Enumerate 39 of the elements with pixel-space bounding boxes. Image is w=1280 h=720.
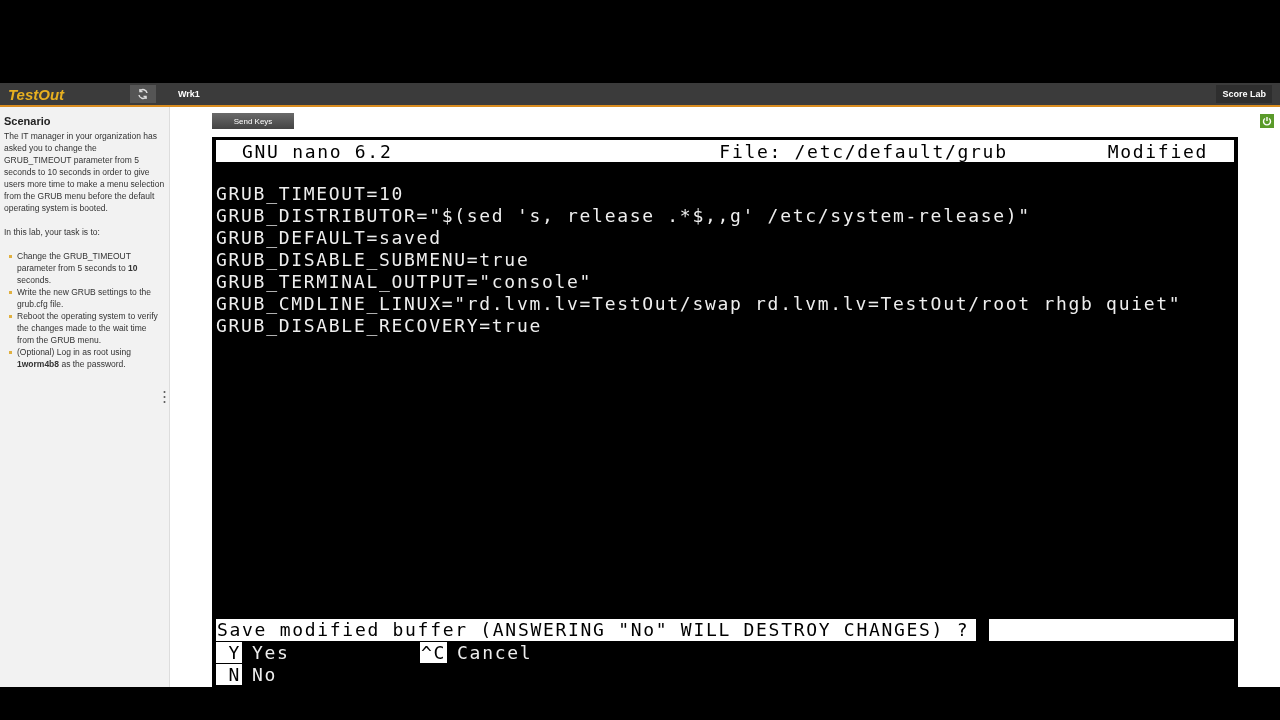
power-button[interactable] bbox=[1260, 114, 1274, 128]
file-name: File: /etc/default/grub bbox=[719, 140, 1008, 162]
shortcut-key: N bbox=[216, 663, 242, 685]
scenario-text: The IT manager in your organization has asked you to change the GRUB_TIMEOUT parameter from 5 seconds to 10 seconds in order to give users more time to make a menu selection from the GRUB menu before the default operating system is booted. bbox=[4, 130, 165, 214]
file-line: GRUB_CMDLINE_LINUX="rd.lvm.lv=TestOut/swap rd.lvm.lv=TestOut/root rhgb quiet" bbox=[216, 293, 1183, 315]
answer-field[interactable] bbox=[989, 619, 1234, 641]
score-lab-button[interactable]: Score Lab bbox=[1216, 85, 1272, 103]
bullet-icon bbox=[9, 255, 12, 258]
shortcut-label: Cancel bbox=[457, 641, 533, 663]
editor-version: GNU nano 6.2 bbox=[242, 140, 393, 162]
logo: TestOut bbox=[7, 85, 66, 103]
task-lead-text: In this lab, your task is to: bbox=[4, 226, 101, 238]
workstation-tab[interactable]: Wrk1 bbox=[178, 89, 200, 99]
shortcut-key: ^C bbox=[420, 641, 448, 663]
shortcut-key: Y bbox=[216, 641, 242, 663]
terminal[interactable] bbox=[212, 137, 1238, 687]
file-line: GRUB_DEFAULT=saved bbox=[216, 227, 443, 249]
task-text: Change the GRUB_TIMEOUT parameter from 5 seconds to 10 seconds. bbox=[17, 250, 139, 286]
shortcut-label: No bbox=[252, 663, 278, 685]
task-text: Write the new GRUB settings to the grub.cfg file. bbox=[17, 286, 152, 310]
save-prompt: Save modified buffer (ANSWERING "No" WILL DESTROY CHANGES) ? bbox=[216, 619, 977, 641]
power-icon bbox=[1262, 116, 1272, 126]
file-line: GRUB_TIMEOUT=10 bbox=[216, 183, 406, 205]
scenario-title: Scenario bbox=[4, 115, 52, 127]
file-line: GRUB_TERMINAL_OUTPUT="console" bbox=[216, 271, 594, 293]
file-line: GRUB_DISABLE_SUBMENU=true bbox=[216, 249, 531, 271]
refresh-button[interactable] bbox=[130, 85, 156, 103]
task-text: Reboot the operating system to verify the changes made to the wait time from the GRUB menu. bbox=[17, 310, 159, 346]
file-line: GRUB_DISTRIBUTOR="$(sed 's, release .*$,,g' /etc/system-release)" bbox=[216, 205, 1032, 227]
bullet-icon bbox=[9, 291, 12, 294]
bullet-icon bbox=[9, 315, 12, 318]
refresh-icon bbox=[137, 88, 149, 100]
send-keys-button[interactable]: Send Keys bbox=[212, 113, 294, 129]
drag-handle-icon[interactable] bbox=[163, 390, 166, 404]
bullet-icon bbox=[9, 351, 12, 354]
modified-status: Modified bbox=[1107, 140, 1208, 162]
file-line: GRUB_DISABLE_RECOVERY=true bbox=[216, 315, 543, 337]
task-text: (Optional) Log in as root using 1worm4b8 as the password. bbox=[17, 346, 132, 370]
shortcut-label: Yes bbox=[252, 641, 290, 663]
